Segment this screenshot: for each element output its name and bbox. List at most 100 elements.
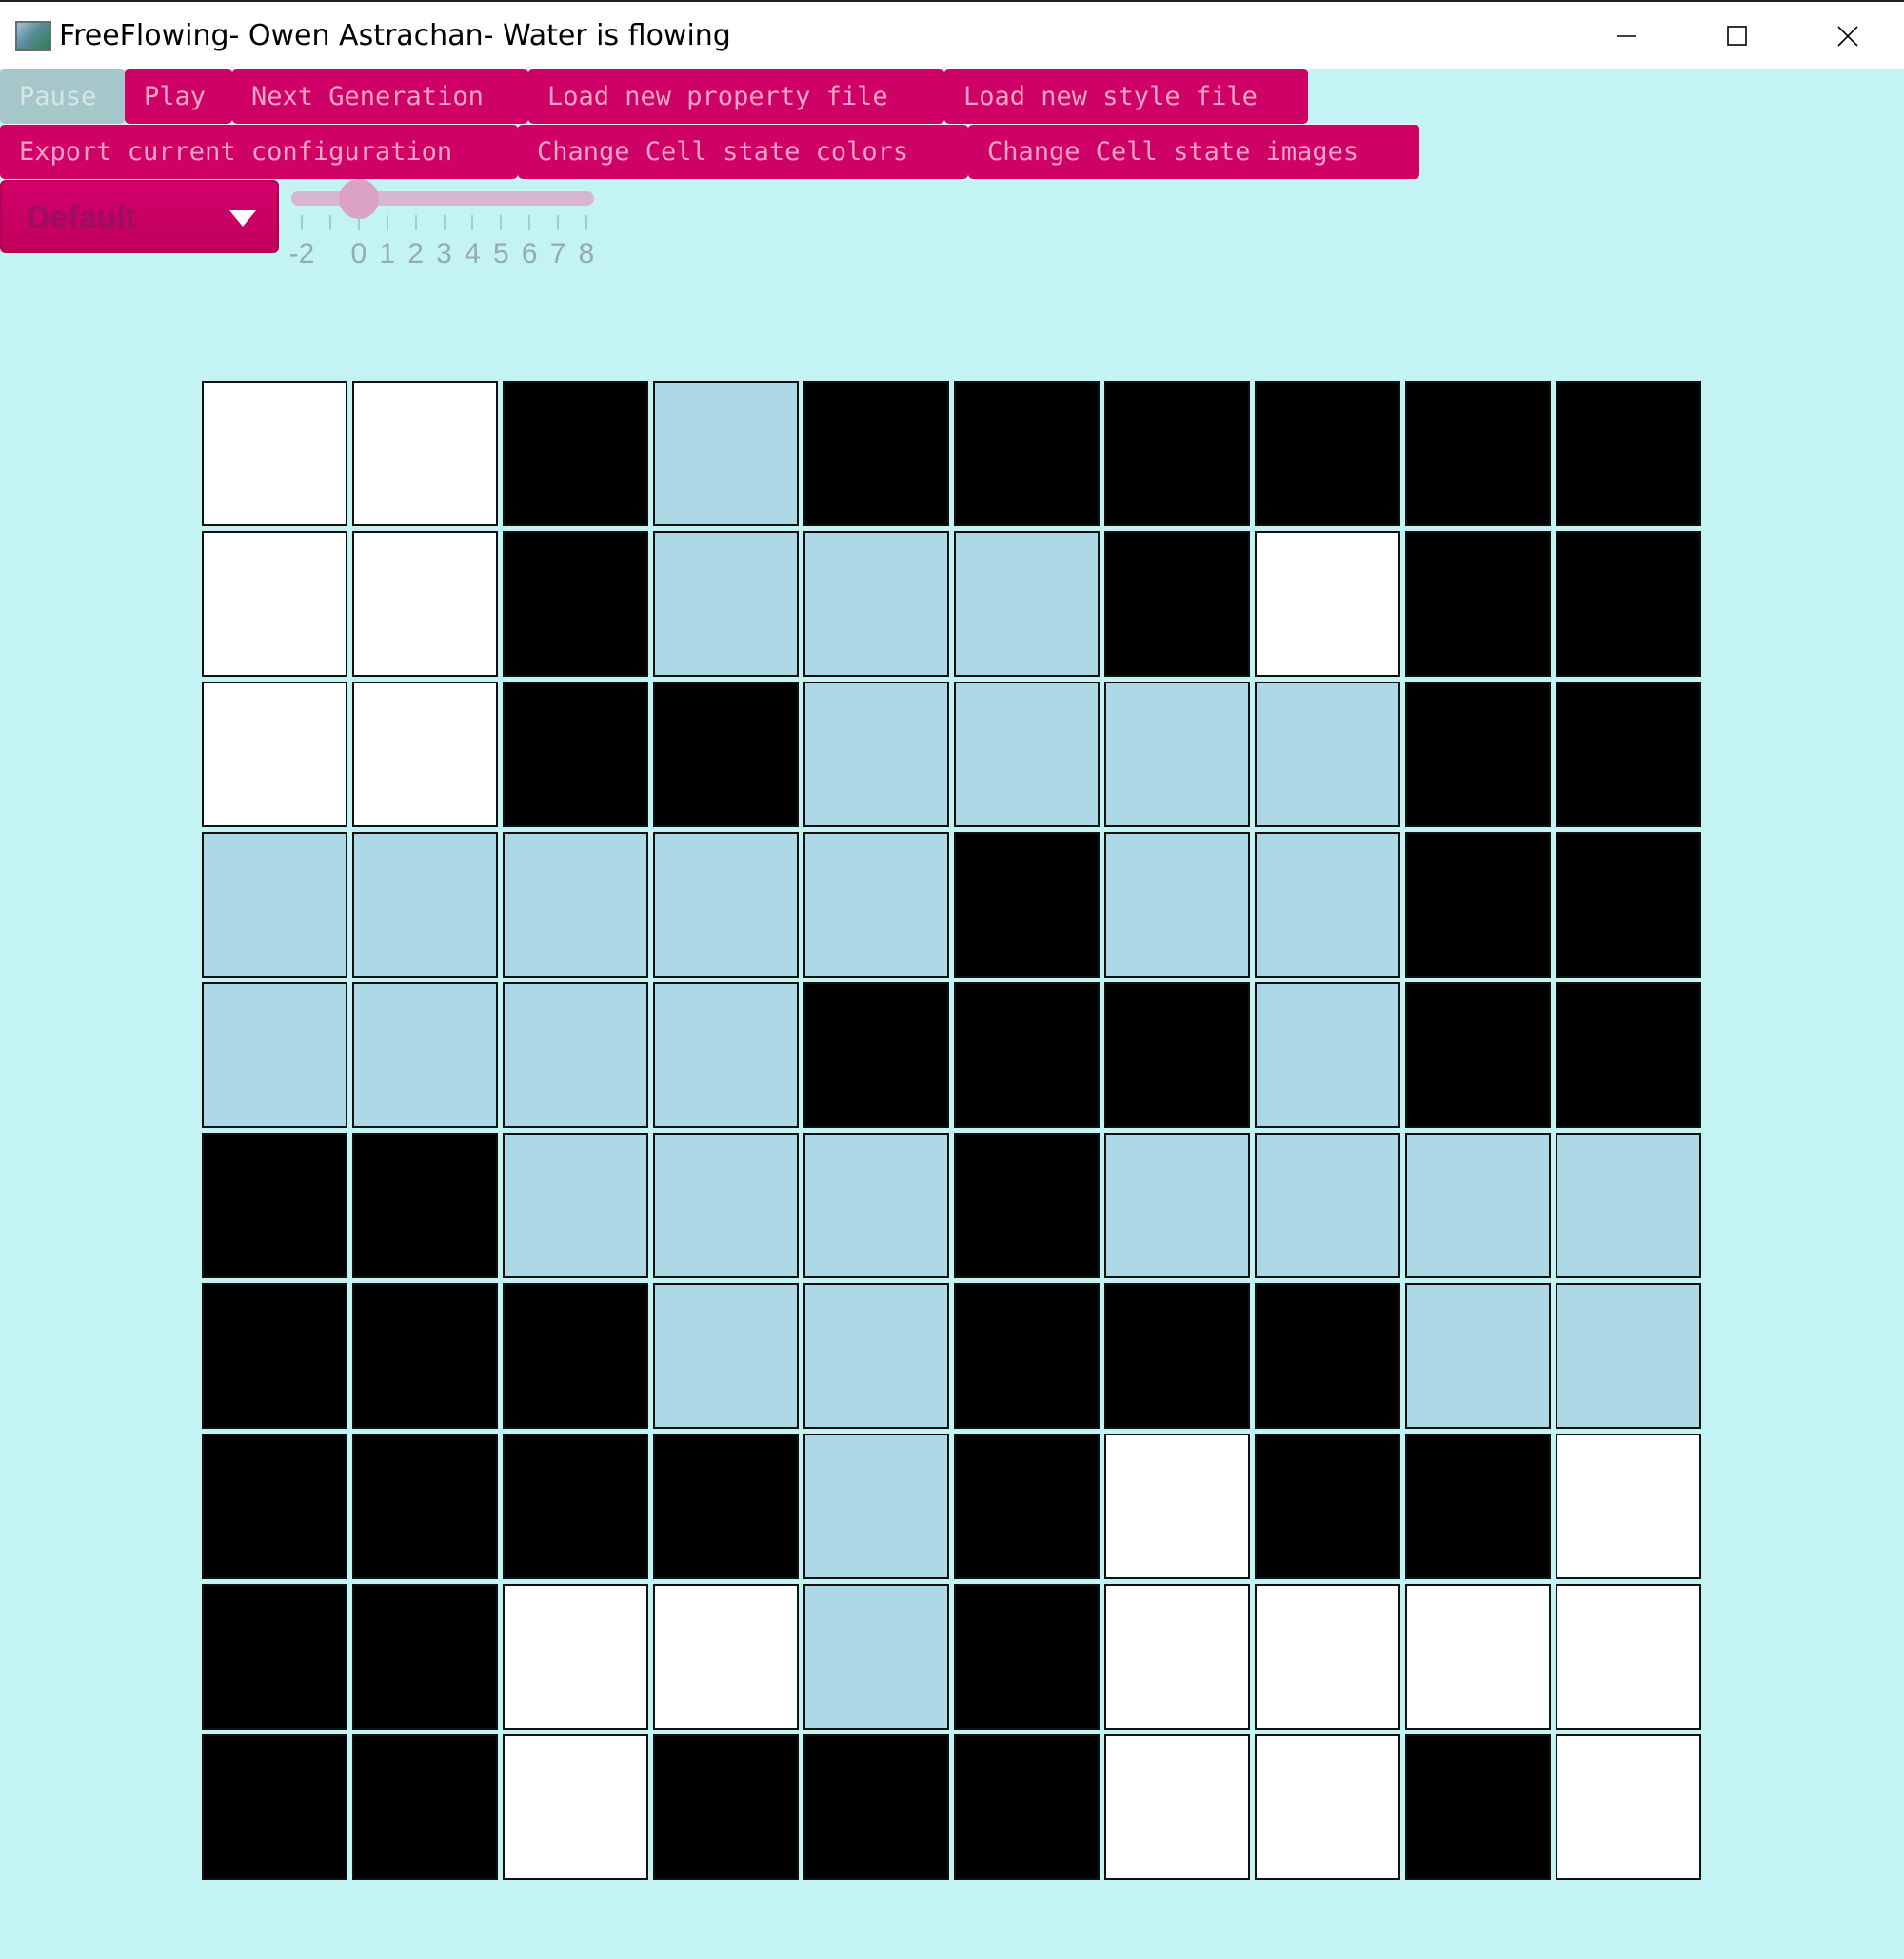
grid-cell[interactable] — [1556, 832, 1701, 978]
grid-cell[interactable] — [803, 531, 949, 677]
maximize-button[interactable] — [1682, 2, 1793, 70]
grid-cell[interactable] — [1405, 381, 1551, 526]
grid-cell[interactable] — [1556, 531, 1701, 677]
grid-cell[interactable] — [1255, 1734, 1400, 1880]
grid-cell[interactable] — [352, 1283, 498, 1429]
grid-cell[interactable] — [1104, 832, 1250, 978]
grid-cell[interactable] — [1255, 1434, 1400, 1579]
grid-cell[interactable] — [1405, 1434, 1551, 1579]
grid-cell[interactable] — [1104, 1133, 1250, 1278]
grid-cell[interactable] — [1556, 1734, 1701, 1880]
load-style-file-button[interactable]: Load new style file — [944, 69, 1308, 124]
grid-cell[interactable] — [1405, 531, 1551, 677]
grid-cell[interactable] — [1104, 1434, 1250, 1579]
grid-cell[interactable] — [954, 1584, 1100, 1730]
grid-cell[interactable] — [352, 381, 498, 526]
grid-cell[interactable] — [1405, 1734, 1551, 1880]
grid-cell[interactable] — [954, 1283, 1100, 1429]
grid-cell[interactable] — [1556, 1434, 1701, 1579]
style-dropdown[interactable]: Default — [0, 180, 279, 253]
grid-cell[interactable] — [803, 832, 949, 978]
grid-cell[interactable] — [1255, 1283, 1400, 1429]
grid-cell[interactable] — [1405, 982, 1551, 1128]
grid-cell[interactable] — [1255, 381, 1400, 526]
next-generation-button[interactable]: Next Generation — [232, 69, 528, 124]
grid-cell[interactable] — [202, 1434, 347, 1579]
grid-cell[interactable] — [1405, 1584, 1551, 1730]
grid-cell[interactable] — [653, 832, 799, 978]
grid-cell[interactable] — [653, 1283, 799, 1429]
grid-cell[interactable] — [653, 381, 799, 526]
grid-cell[interactable] — [503, 1133, 648, 1278]
grid-cell[interactable] — [1104, 1283, 1250, 1429]
grid-cell[interactable] — [954, 682, 1100, 827]
grid-cell[interactable] — [1104, 381, 1250, 526]
grid-cell[interactable] — [503, 1434, 648, 1579]
grid-cell[interactable] — [1104, 682, 1250, 827]
grid-cell[interactable] — [1104, 1734, 1250, 1880]
grid-cell[interactable] — [352, 531, 498, 677]
minimize-button[interactable] — [1572, 2, 1682, 70]
grid-cell[interactable] — [503, 832, 648, 978]
grid-cell[interactable] — [503, 381, 648, 526]
grid-cell[interactable] — [202, 1734, 347, 1880]
grid-cell[interactable] — [653, 982, 799, 1128]
slider-thumb[interactable] — [338, 179, 379, 219]
grid-cell[interactable] — [1405, 1133, 1551, 1278]
grid-cell[interactable] — [1405, 682, 1551, 827]
grid-cell[interactable] — [352, 982, 498, 1128]
grid-cell[interactable] — [954, 1133, 1100, 1278]
grid-cell[interactable] — [954, 832, 1100, 978]
grid-cell[interactable] — [1255, 982, 1400, 1128]
grid-cell[interactable] — [202, 1283, 347, 1429]
grid-cell[interactable] — [653, 531, 799, 677]
slider-track[interactable] — [291, 191, 594, 206]
change-cell-colors-button[interactable]: Change Cell state colors — [518, 124, 968, 179]
grid-cell[interactable] — [653, 1584, 799, 1730]
grid-cell[interactable] — [803, 1283, 949, 1429]
grid-cell[interactable] — [1255, 682, 1400, 827]
grid-cell[interactable] — [1405, 1283, 1551, 1429]
grid-cell[interactable] — [503, 1283, 648, 1429]
grid-cell[interactable] — [352, 1133, 498, 1278]
grid-cell[interactable] — [1255, 1584, 1400, 1730]
grid-cell[interactable] — [202, 1133, 347, 1278]
grid-cell[interactable] — [202, 381, 347, 526]
speed-slider[interactable]: -2 0 1 2 3 4 5 6 7 8 — [282, 177, 605, 282]
close-button[interactable] — [1793, 2, 1903, 70]
grid-cell[interactable] — [954, 982, 1100, 1128]
grid-cell[interactable] — [653, 682, 799, 827]
grid-cell[interactable] — [954, 381, 1100, 526]
grid-cell[interactable] — [202, 982, 347, 1128]
grid-cell[interactable] — [1104, 982, 1250, 1128]
grid-cell[interactable] — [954, 1734, 1100, 1880]
grid-cell[interactable] — [1255, 531, 1400, 677]
grid-cell[interactable] — [1104, 1584, 1250, 1730]
grid-cell[interactable] — [803, 982, 949, 1128]
grid-cell[interactable] — [653, 1434, 799, 1579]
change-cell-images-button[interactable]: Change Cell state images — [968, 124, 1419, 179]
grid-cell[interactable] — [503, 1734, 648, 1880]
grid-cell[interactable] — [954, 531, 1100, 677]
grid-cell[interactable] — [1104, 531, 1250, 677]
grid-cell[interactable] — [202, 832, 347, 978]
grid-cell[interactable] — [954, 1434, 1100, 1579]
grid-cell[interactable] — [503, 1584, 648, 1730]
grid-cell[interactable] — [1556, 1133, 1701, 1278]
grid-cell[interactable] — [1255, 1133, 1400, 1278]
grid-cell[interactable] — [503, 531, 648, 677]
grid-cell[interactable] — [803, 381, 949, 526]
grid-cell[interactable] — [803, 1584, 949, 1730]
grid-cell[interactable] — [803, 682, 949, 827]
grid-cell[interactable] — [803, 1133, 949, 1278]
grid-cell[interactable] — [803, 1434, 949, 1579]
grid-cell[interactable] — [1556, 1283, 1701, 1429]
grid-cell[interactable] — [352, 1584, 498, 1730]
grid-cell[interactable] — [202, 531, 347, 677]
grid-cell[interactable] — [1255, 832, 1400, 978]
grid-cell[interactable] — [352, 682, 498, 827]
grid-cell[interactable] — [1556, 381, 1701, 526]
grid-cell[interactable] — [202, 682, 347, 827]
grid-cell[interactable] — [803, 1734, 949, 1880]
grid-cell[interactable] — [503, 982, 648, 1128]
